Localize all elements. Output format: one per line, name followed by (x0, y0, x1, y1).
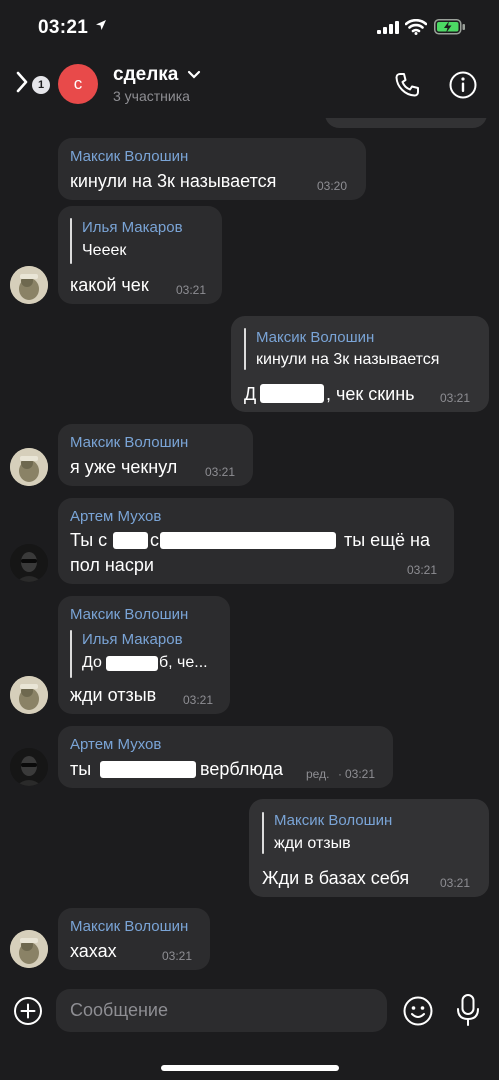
avatar-photo (10, 448, 48, 486)
message-sender[interactable]: Артем Мухов (70, 508, 161, 525)
quote-bar (70, 630, 72, 678)
message-text-end: , чек скинь (326, 384, 415, 404)
quote-sender[interactable]: Максик Волошин (274, 812, 392, 829)
chat-header: 1 с сделка 3 участника (0, 50, 499, 118)
message-bubble[interactable]: Максик Волошин я уже чекнул 03:21 (58, 424, 253, 486)
avatar-photo (10, 748, 48, 786)
message-time: 03:21 (407, 563, 438, 577)
message-bubble-outgoing[interactable]: Максик Волошин жди отзыв Жди в базах себ… (249, 799, 489, 897)
avatar-photo (10, 930, 48, 968)
message-text-start: ты (70, 759, 92, 779)
group-avatar[interactable]: с (58, 64, 98, 104)
avatar-photo (10, 544, 48, 582)
info-icon[interactable] (448, 70, 478, 100)
message-bubble[interactable]: Артем Мухов Ты с с ты ещё на пол насри 0… (58, 498, 454, 584)
message-time: 03:21 (440, 391, 471, 405)
avatar-maksik[interactable] (10, 930, 48, 968)
message-text: хахах (70, 941, 117, 961)
avatar-photo (10, 266, 48, 304)
quote-bar (244, 328, 246, 370)
message-text-c: ты ещё на (344, 530, 430, 550)
message-bubble[interactable]: Илья Макаров Чееек какой чек 03:21 (58, 206, 222, 304)
quote-bar (70, 218, 72, 264)
avatar-artem[interactable] (10, 544, 48, 582)
message-sender[interactable]: Максик Волошин (70, 606, 188, 623)
status-time: 03:21 (38, 17, 89, 38)
participants-count: 3 участника (113, 88, 190, 104)
redaction (113, 532, 148, 549)
message-bubble-outgoing[interactable]: Максик Волошин кинули на 3к называется Д… (231, 316, 489, 412)
message-time: 03:20 (317, 179, 348, 193)
message-sender[interactable]: Максик Волошин (70, 148, 188, 165)
message-text-b: с (150, 530, 159, 550)
quote-bar (262, 812, 264, 854)
message-list[interactable]: Максик Волошин кинули на 3к называется 0… (0, 118, 499, 980)
redaction (260, 384, 324, 403)
chat-title[interactable]: сделка (113, 64, 178, 86)
message-sender[interactable]: Максик Волошин (70, 918, 188, 935)
message-bubble[interactable]: Максик Волошин Илья Макаров До б, че... … (58, 596, 230, 714)
edited-label: ред. (306, 767, 330, 781)
avatar-maksik[interactable] (10, 448, 48, 486)
message-time: 03:21 (183, 693, 214, 707)
message-text-start: Д (244, 384, 257, 404)
avatar-maksik[interactable] (10, 676, 48, 714)
redaction (160, 532, 336, 549)
quote-text: жди отзыв (274, 835, 351, 852)
message-sender[interactable]: Максик Волошин (70, 434, 188, 451)
wifi-icon (405, 19, 427, 35)
avatar-photo (10, 676, 48, 714)
redaction (100, 761, 196, 778)
message-text: жди отзыв (70, 685, 157, 705)
message-bubble[interactable]: Максик Волошин хахах 03:21 (58, 908, 210, 970)
message-time: 03:21 (345, 767, 376, 781)
message-text: какой чек (70, 275, 149, 295)
quote-text: кинули на 3к называется (256, 351, 440, 368)
message-time: 03:21 (205, 465, 236, 479)
time-separator-dot: · (338, 767, 342, 781)
message-sender[interactable]: Артем Мухов (70, 736, 161, 753)
quote-sender[interactable]: Илья Макаров (82, 219, 183, 236)
emoji-icon[interactable] (402, 995, 434, 1027)
message-bubble-outgoing[interactable] (325, 118, 487, 128)
message-text: Жди в базах себя (262, 868, 410, 888)
message-bubble[interactable]: Артем Мухов ты верблюда ред. · 03:21 (58, 726, 393, 788)
message-input[interactable] (56, 989, 387, 1032)
avatar-artem[interactable] (10, 748, 48, 786)
composer-bar (0, 980, 499, 1080)
back-button[interactable]: 1 (10, 62, 50, 102)
phone-icon[interactable] (392, 70, 422, 100)
message-text-line2: пол насри (70, 555, 154, 575)
message-bubble[interactable]: Максик Волошин кинули на 3к называется 0… (58, 138, 366, 200)
unread-badge: 1 (32, 76, 50, 94)
chevron-down-icon[interactable] (187, 70, 201, 80)
location-arrow-icon (96, 20, 106, 30)
avatar-maksik[interactable] (10, 266, 48, 304)
message-time: 03:21 (440, 876, 471, 890)
quote-text: Чееек (82, 242, 127, 259)
microphone-icon[interactable] (454, 993, 482, 1027)
message-text-end: верблюда (200, 759, 284, 779)
quote-text-end: б, че... (159, 654, 208, 671)
message-time: 03:21 (176, 283, 207, 297)
message-text: я уже чекнул (70, 457, 178, 477)
home-indicator (161, 1065, 339, 1071)
status-bar: 03:21 (0, 0, 499, 50)
redaction (106, 656, 158, 671)
quote-sender[interactable]: Илья Макаров (82, 631, 183, 648)
quote-sender[interactable]: Максик Волошин (256, 329, 374, 346)
plus-circle-icon[interactable] (13, 996, 43, 1026)
message-time: 03:21 (162, 949, 193, 963)
message-text-a: Ты с (70, 530, 108, 550)
message-text: кинули на 3к называется (70, 171, 277, 191)
quote-text-start: До (82, 654, 102, 671)
cellular-signal-icon (377, 21, 399, 34)
battery-charging-icon (434, 19, 465, 35)
